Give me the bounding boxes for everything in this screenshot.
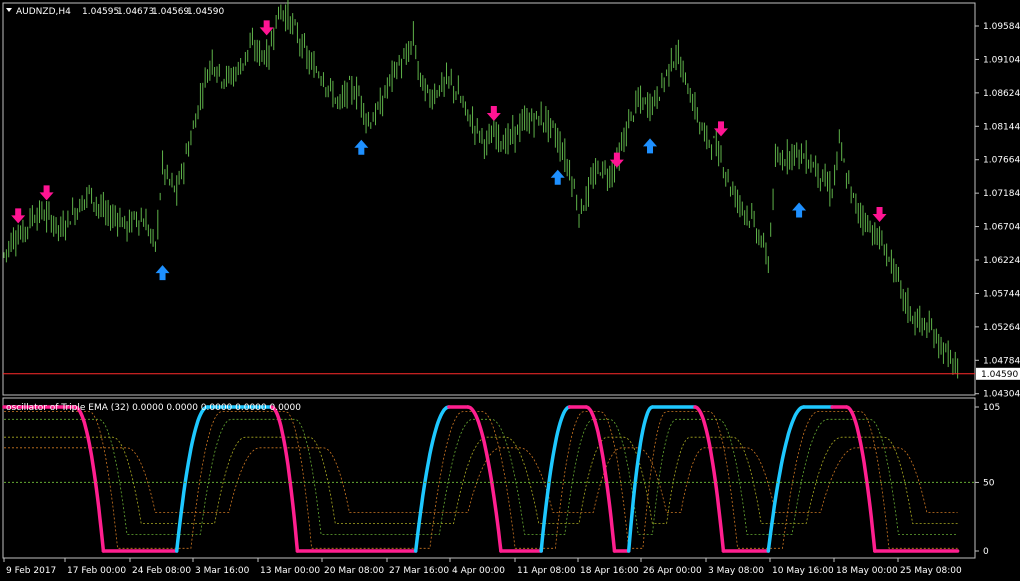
x-tick-label: 3 May 08:00 (708, 566, 764, 576)
y-tick-label: 1.07184 (983, 189, 1020, 199)
x-tick-label: 25 May 08:00 (900, 566, 962, 576)
y-tick-label: 1.05264 (983, 323, 1020, 333)
y-tick-label: 1.06224 (983, 256, 1020, 266)
x-tick-label: 10 May 16:00 (772, 566, 834, 576)
close-value: 1.04590 (187, 7, 224, 17)
x-tick-label: 27 Mar 16:00 (389, 566, 449, 576)
y-tick-label: 1.06704 (983, 223, 1020, 233)
x-tick-label: 13 Mar 00:00 (260, 566, 320, 576)
y-tick-label: 1.07664 (983, 156, 1020, 166)
osc-y-tick-label: 50 (983, 478, 995, 488)
x-tick-label: 26 Apr 00:00 (643, 566, 702, 576)
x-tick-label: 4 Apr 00:00 (452, 566, 505, 576)
symbol-header: AUDNZD,H4 1.04595 1.04673 1.04569 1.0459… (6, 7, 224, 17)
trading-chart[interactable]: 1.09584 1.09104 1.08624 1.08144 1.07664 1.071… (0, 0, 1020, 581)
x-tick-label: 3 Mar 16:00 (195, 566, 250, 576)
x-tick-label: 24 Feb 08:00 (132, 566, 191, 576)
osc-y-tick-label: 105 (983, 403, 1000, 413)
y-tick-label: 1.09584 (983, 22, 1020, 32)
x-tick-label: 18 May 00:00 (836, 566, 898, 576)
x-tick-label: 17 Feb 00:00 (67, 566, 126, 576)
x-tick-label: 20 Mar 08:00 (324, 566, 384, 576)
y-tick-label: 1.04304 (983, 390, 1020, 400)
open-value: 1.04595 (82, 7, 119, 17)
x-tick-label: 9 Feb 2017 (6, 566, 56, 576)
x-tick-label: 11 Apr 08:00 (517, 566, 576, 576)
symbol-label: AUDNZD,H4 (16, 7, 71, 17)
high-value: 1.04673 (117, 7, 154, 17)
y-tick-label: 1.04784 (983, 356, 1020, 366)
y-tick-label: 1.05744 (983, 289, 1020, 299)
low-value: 1.04569 (152, 7, 189, 17)
y-tick-label: 1.08144 (983, 122, 1020, 132)
osc-y-tick-label: 0 (983, 547, 989, 557)
x-tick-label: 18 Apr 16:00 (580, 566, 639, 576)
y-tick-label: 1.08624 (983, 89, 1020, 99)
indicator-title: oscillator of Triple EMA (32) 0.0000 0.0… (6, 403, 301, 413)
current-price-label: 1.04590 (981, 370, 1018, 380)
y-tick-label: 1.09104 (983, 55, 1020, 65)
